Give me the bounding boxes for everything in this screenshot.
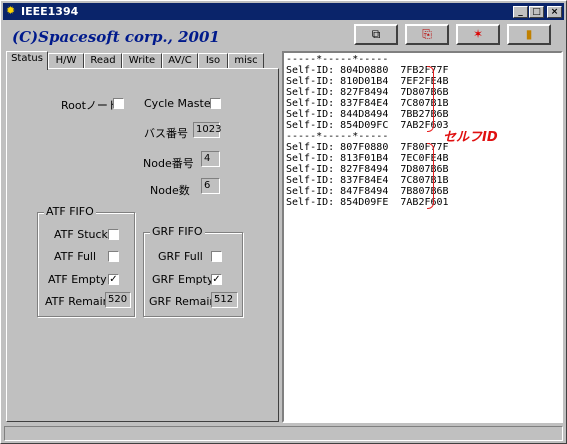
tab-hw[interactable]: H/W [48, 53, 84, 69]
grf-remain-label: GRF Remain [149, 295, 217, 308]
window-title: IEEE1394 [21, 5, 79, 18]
node-count-value: 6 [201, 178, 220, 194]
self-id-log[interactable]: -----*-----*----- Self-ID: 804D0880 7FB2… [282, 51, 563, 423]
root-node-label: Rootノード [61, 99, 119, 112]
status-bar [4, 426, 563, 441]
grf-fifo-title: GRF FIFO [150, 225, 205, 238]
left-pane: Status H/W Read Write AV/C Iso misc Root… [4, 51, 280, 423]
grf-empty-label: GRF Empty [152, 273, 214, 286]
atf-stuck-checkbox[interactable] [108, 229, 119, 240]
node-count-label: Node数 [150, 184, 190, 197]
exit-button[interactable]: ▮ [507, 24, 551, 45]
atf-stuck-label: ATF Stuck [54, 228, 108, 241]
self-id-annotation: セルフID [443, 130, 498, 145]
copy-icon: ⧉ [371, 27, 381, 41]
grf-remain-value: 512 [211, 292, 238, 308]
grf-full-checkbox[interactable] [211, 251, 222, 262]
tab-read[interactable]: Read [84, 53, 122, 69]
atf-fifo-group: ATF FIFO ATF Stuck ATF Full ATF Empty ✓ … [37, 205, 135, 317]
clear-icon: ✶ [472, 27, 484, 41]
tab-misc[interactable]: misc [228, 53, 264, 69]
cycle-master-checkbox[interactable] [210, 98, 221, 109]
node-number-label: Node番号 [143, 157, 194, 170]
paste-button[interactable]: ⎘ [405, 24, 449, 45]
self-id-log-text: -----*-----*----- Self-ID: 804D0880 7FB2… [286, 54, 449, 208]
root-node-checkbox[interactable] [113, 98, 124, 109]
atf-fifo-title: ATF FIFO [44, 205, 96, 218]
status-panel: Rootノード Cycle Master バス番号 1023 Node番号 4 … [6, 68, 279, 422]
cycle-master-label: Cycle Master [144, 97, 216, 110]
node-number-value: 4 [201, 151, 220, 167]
header-bar: (C)Spacesoft corp., 2001 ⧉ ⎘ ✶ ▮ [4, 23, 563, 49]
paste-icon: ⎘ [422, 27, 432, 41]
atf-remain-label: ATF Remain [45, 295, 110, 308]
atf-full-label: ATF Full [54, 250, 97, 263]
tab-strip: Status H/W Read Write AV/C Iso misc [6, 51, 280, 70]
clear-button[interactable]: ✶ [456, 24, 500, 45]
brand-text: (C)Spacesoft corp., 2001 [12, 28, 220, 46]
close-button[interactable]: × [547, 6, 562, 18]
bus-number-value: 1023 [193, 122, 221, 138]
tab-status[interactable]: Status [6, 51, 48, 70]
maximize-button[interactable]: □ [529, 6, 544, 18]
minimize-button[interactable]: _ [513, 6, 528, 18]
grf-empty-checkbox[interactable]: ✓ [211, 274, 222, 285]
copy-button[interactable]: ⧉ [354, 24, 398, 45]
atf-empty-label: ATF Empty [48, 273, 107, 286]
title-bar[interactable]: ✹ IEEE1394 _ □ × [3, 3, 564, 20]
app-icon[interactable]: ✹ [6, 5, 18, 17]
atf-full-checkbox[interactable] [108, 251, 119, 262]
tab-avc[interactable]: AV/C [162, 53, 198, 69]
tab-iso[interactable]: Iso [198, 53, 228, 69]
bus-number-label: バス番号 [144, 127, 188, 140]
grf-full-label: GRF Full [158, 250, 203, 263]
tab-write[interactable]: Write [122, 53, 162, 69]
annotation-brace-bottom [427, 143, 434, 209]
atf-empty-checkbox[interactable]: ✓ [108, 274, 119, 285]
grf-fifo-group: GRF FIFO GRF Full GRF Empty ✓ GRF Remain… [143, 225, 243, 317]
exit-door-icon: ▮ [525, 27, 533, 41]
annotation-brace-top [427, 66, 434, 132]
app-window: ✹ IEEE1394 _ □ × (C)Spacesoft corp., 200… [0, 0, 567, 444]
atf-remain-value: 520 [105, 292, 131, 308]
